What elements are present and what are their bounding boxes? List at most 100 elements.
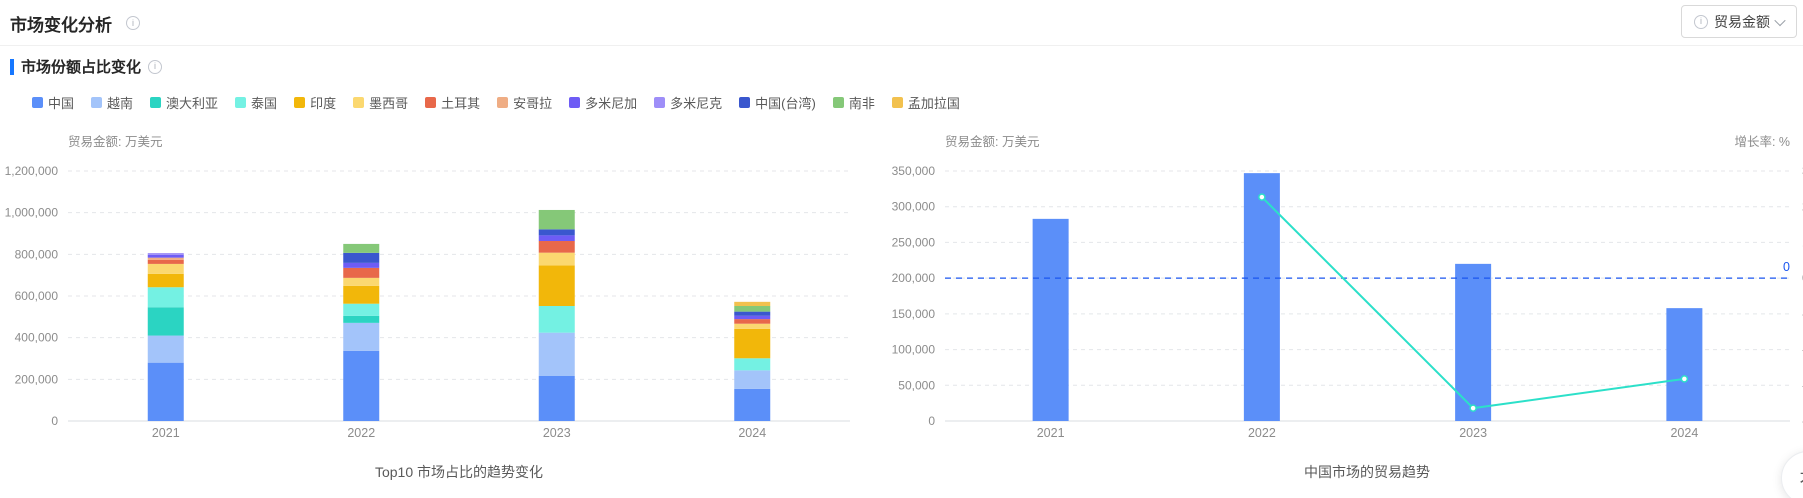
bar-segment-泰国[interactable] xyxy=(538,306,575,333)
y-tick-label: 1,000,000 xyxy=(5,206,59,220)
legend-label: 澳大利亚 xyxy=(166,96,219,111)
bar-segment-南非[interactable] xyxy=(734,306,771,312)
bar-segment-土耳其[interactable] xyxy=(538,241,575,253)
bar-segment-中国[interactable] xyxy=(343,350,380,421)
bar-segment-安哥拉[interactable] xyxy=(147,257,184,260)
legend-label: 中国(台湾) xyxy=(755,96,816,111)
bar-segment-越南[interactable] xyxy=(538,332,575,376)
legend-item-泰国[interactable]: 泰国 xyxy=(235,93,277,112)
left-y-tick-label: 0 xyxy=(928,414,935,428)
legend-label: 多米尼克 xyxy=(670,96,723,111)
legend-item-越南[interactable]: 越南 xyxy=(91,93,133,112)
info-icon[interactable]: i xyxy=(148,59,163,74)
section-header: 市场份额占比变化 i xyxy=(10,56,163,77)
bar-segment-墨西哥[interactable] xyxy=(343,277,380,286)
legend-swatch xyxy=(832,97,844,108)
growth-point[interactable] xyxy=(1680,375,1689,383)
bar-segment-中国[interactable] xyxy=(734,388,771,421)
bar-segment-南非[interactable] xyxy=(538,209,575,230)
gridlines: 0 200,000 400,000 600,000 800,000 1,000,000 1,… xyxy=(5,164,850,428)
left-chart-y-axis-title: 贸易金额: 万美元 xyxy=(68,134,162,149)
bar-segment-多米尼加[interactable] xyxy=(343,262,380,268)
bar-segment-土耳其[interactable] xyxy=(343,267,380,278)
bar-segment-越南[interactable] xyxy=(147,335,184,363)
x-tick-label: 2021 xyxy=(1037,426,1065,440)
bar-2024[interactable] xyxy=(1666,308,1703,421)
bar-segment-墨西哥[interactable] xyxy=(734,323,771,329)
bar-segment-澳大利亚[interactable] xyxy=(147,307,184,336)
legend-item-印度[interactable]: 印度 xyxy=(294,93,336,112)
bar-segment-中国(台湾)[interactable] xyxy=(538,229,575,236)
legend-item-孟加拉国[interactable]: 孟加拉国 xyxy=(891,93,960,112)
trade-amount-bars[interactable] xyxy=(1032,173,1703,421)
panel-header: 市场变化分析 i i 贸易金额 xyxy=(0,0,1803,46)
bar-segment-土耳其[interactable] xyxy=(147,259,184,264)
left-y-tick-label: 100,000 xyxy=(892,343,936,357)
bar-segment-多米尼加[interactable] xyxy=(538,235,575,241)
growth-point[interactable] xyxy=(1469,404,1477,412)
bar-segment-越南[interactable] xyxy=(734,370,771,389)
legend-label: 孟加拉国 xyxy=(907,96,960,111)
bar-segment-土耳其[interactable] xyxy=(734,319,771,324)
x-tick-label: 2023 xyxy=(1459,426,1487,440)
bar-segment-印度[interactable] xyxy=(538,265,575,306)
left-y-tick-label: 250,000 xyxy=(892,235,936,249)
y-tick-label: 0 xyxy=(51,414,58,428)
bar-segment-南非[interactable] xyxy=(343,243,380,253)
info-icon: i xyxy=(1694,14,1708,29)
legend-item-多米尼加[interactable]: 多米尼加 xyxy=(569,93,637,112)
legend-swatch xyxy=(425,97,437,108)
legend-item-墨西哥[interactable]: 墨西哥 xyxy=(353,93,408,112)
bar-2023[interactable] xyxy=(1455,263,1492,421)
bar-segment-孟加拉国[interactable] xyxy=(734,301,771,306)
y-tick-label: 600,000 xyxy=(15,289,59,303)
bar-segment-越南[interactable] xyxy=(343,322,380,351)
bar-segment-澳大利亚[interactable] xyxy=(343,315,380,323)
legend-item-中国[interactable]: 中国 xyxy=(32,93,74,112)
bar-segment-中国[interactable] xyxy=(147,362,184,421)
bar-segment-泰国[interactable] xyxy=(343,303,380,316)
stacked-bars[interactable] xyxy=(147,209,771,421)
bar-segment-中国(台湾)[interactable] xyxy=(734,311,771,316)
legend-swatch xyxy=(569,97,581,108)
legend-swatch xyxy=(654,97,666,108)
legend-label: 越南 xyxy=(107,96,134,111)
bar-segment-墨西哥[interactable] xyxy=(147,263,184,274)
growth-point[interactable] xyxy=(1258,193,1266,201)
right-chart-right-axis-title: 增长率: % xyxy=(1734,134,1790,149)
info-icon[interactable]: i xyxy=(126,16,140,30)
y-tick-label: 400,000 xyxy=(15,331,59,345)
metric-selector-label: 贸易金额 xyxy=(1714,13,1770,30)
right-chart-left-axis-title: 贸易金额: 万美元 xyxy=(945,134,1039,149)
bar-2021[interactable] xyxy=(1032,218,1069,421)
left-y-tick-label: 350,000 xyxy=(892,164,936,178)
gridlines: 0-4050,000-30100,000-20150,000-10200,000… xyxy=(892,164,1803,428)
legend-swatch xyxy=(150,97,162,108)
bar-segment-墨西哥[interactable] xyxy=(538,252,575,266)
china-market-trade-trend-chart: 贸易金额: 万美元 增长率: % 中国市场的贸易趋势 0-4050,000-30… xyxy=(892,134,1803,480)
legend-item-南非[interactable]: 南非 xyxy=(832,93,875,112)
left-y-tick-label: 150,000 xyxy=(892,307,936,321)
metric-selector-dropdown[interactable]: i 贸易金额 xyxy=(1681,5,1797,38)
bar-segment-印度[interactable] xyxy=(343,285,380,304)
bar-segment-多米尼克[interactable] xyxy=(147,253,184,255)
legend-item-多米尼克[interactable]: 多米尼克 xyxy=(654,93,722,112)
legend-label: 南非 xyxy=(848,96,875,111)
bar-segment-多米尼加[interactable] xyxy=(734,315,771,320)
x-tick-label: 2024 xyxy=(738,426,766,440)
legend-item-中国(台湾)[interactable]: 中国(台湾) xyxy=(739,93,816,112)
y-tick-label: 800,000 xyxy=(15,247,59,261)
bar-segment-泰国[interactable] xyxy=(147,287,184,308)
bar-segment-中国[interactable] xyxy=(538,376,575,421)
legend-swatch xyxy=(891,97,903,108)
bar-segment-印度[interactable] xyxy=(734,328,771,359)
legend-item-土耳其[interactable]: 土耳其 xyxy=(425,93,480,112)
legend-item-澳大利亚[interactable]: 澳大利亚 xyxy=(150,93,218,112)
bar-segment-多米尼加[interactable] xyxy=(147,254,184,258)
legend-item-安哥拉[interactable]: 安哥拉 xyxy=(497,93,552,112)
legend-label: 泰国 xyxy=(251,96,278,111)
bar-segment-中国(台湾)[interactable] xyxy=(343,252,380,263)
legend-swatch xyxy=(235,97,247,108)
bar-segment-泰国[interactable] xyxy=(734,358,771,371)
bar-segment-印度[interactable] xyxy=(147,273,184,288)
